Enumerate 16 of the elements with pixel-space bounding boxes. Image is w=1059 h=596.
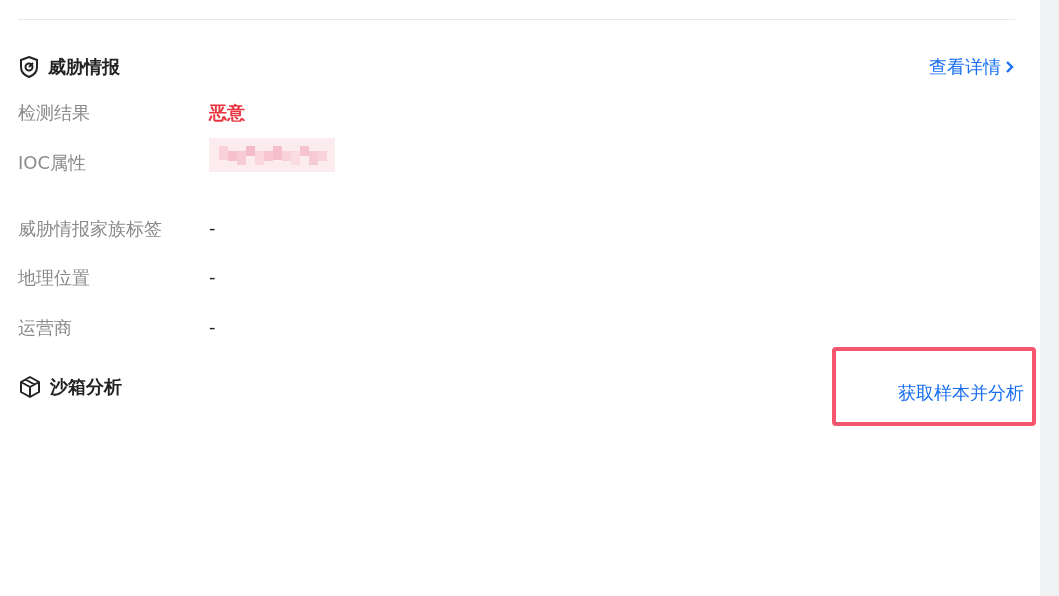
field-value: 恶意 xyxy=(209,101,245,125)
cube-icon xyxy=(18,375,42,399)
details-link[interactable]: 查看详情 xyxy=(929,55,1015,79)
section-title: 威胁情报 xyxy=(48,55,120,79)
field-value: - xyxy=(209,216,216,238)
field-label: 运营商 xyxy=(18,315,73,340)
field-value: - xyxy=(209,315,216,337)
chevron-right-icon xyxy=(1005,60,1015,74)
section-title: 沙箱分析 xyxy=(50,375,122,399)
field-label: 威胁情报家族标签 xyxy=(18,216,163,241)
field-label: 地理位置 xyxy=(18,266,91,290)
link[interactable]: 获取样本并分析 xyxy=(898,363,1024,422)
field-label: IOC属性 xyxy=(18,150,88,175)
field-value: - xyxy=(209,266,216,287)
shield-icon xyxy=(18,55,40,79)
field-label: 检测结果 xyxy=(18,101,91,125)
